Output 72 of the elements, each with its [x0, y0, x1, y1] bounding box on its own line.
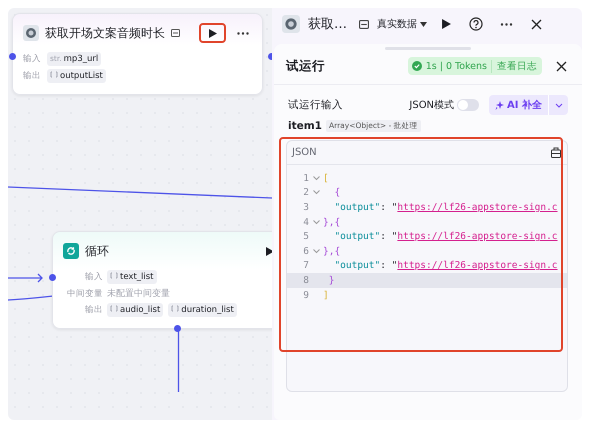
field-label: 输出 — [23, 70, 42, 82]
parameter-name: item1 — [288, 120, 322, 132]
code-line: 5 "output": "https://lf26-appstore-sign.c — [287, 229, 567, 244]
more-icon — [237, 32, 249, 34]
code-line: 4 },{ — [287, 214, 567, 230]
loop-icon — [63, 243, 79, 259]
editor-title: JSON — [292, 147, 317, 158]
node-title: 获取开场文案音频时长 — [45, 24, 165, 42]
close-icon — [556, 60, 566, 72]
fold-icon[interactable] — [312, 248, 320, 254]
variable-note: 未配置中间变量 — [107, 288, 171, 300]
plugin-icon — [23, 25, 39, 41]
play-icon — [208, 28, 216, 38]
line-number: 2 — [302, 187, 309, 198]
help-icon — [469, 17, 483, 31]
variable-tag: outputList — [47, 69, 106, 83]
line-number: 6 — [302, 246, 309, 257]
line-number: 8 — [302, 274, 309, 286]
code-line: 7 "output": "https://lf26-appstore-sign.c — [287, 258, 567, 274]
field-label: 中间变量 — [66, 288, 103, 300]
connector-line — [8, 295, 54, 301]
ai-options-button[interactable] — [548, 95, 568, 115]
play-icon — [442, 19, 450, 29]
connector-line — [177, 330, 180, 392]
line-number: 4 — [302, 216, 309, 228]
line-number: 7 — [302, 260, 309, 272]
run-button[interactable] — [199, 23, 226, 43]
field-label: 输入 — [84, 271, 103, 283]
code-line: 3 "output": "https://lf26-appstore-sign.c — [287, 200, 567, 215]
list-type-icon — [110, 305, 118, 312]
more-icon — [500, 22, 512, 26]
caret-icon — [420, 22, 427, 26]
json-mode-toggle[interactable] — [457, 99, 480, 111]
list-type-icon — [110, 272, 118, 279]
tag-icon — [359, 20, 369, 28]
line-number: 9 — [302, 290, 309, 301]
ai-complete-button[interactable]: AI 补全 — [489, 95, 548, 115]
card-title: 试运行 — [286, 58, 326, 74]
tag-icon — [171, 29, 180, 37]
code-line: 2 { — [287, 186, 567, 200]
toggle-label: JSON模式 — [409, 98, 454, 112]
run-stats: 1s | 0 Tokens — [426, 60, 487, 72]
node-title: 循环 — [85, 242, 109, 260]
line-number: 1 — [302, 172, 309, 184]
connector-arrow — [8, 273, 44, 283]
node-port[interactable] — [9, 53, 16, 60]
code-line: 1 [ — [287, 171, 567, 186]
plugin-icon — [282, 15, 300, 33]
variable-tag: text_list — [107, 270, 157, 284]
list-type-icon — [50, 71, 58, 78]
line-number: 3 — [302, 202, 309, 213]
line-number: 5 — [302, 231, 309, 242]
variable-tag: duration_list — [168, 303, 237, 317]
field-label: 输出 — [84, 304, 103, 316]
workflow-node[interactable]: 循环 输入 text_list 中间变量 未配置中间变量 输出 audio_list duration_list — [52, 231, 272, 329]
variable-tag: audio_list — [107, 303, 164, 317]
panel-title: 获取… — [308, 16, 347, 33]
success-icon — [412, 61, 422, 71]
sparkle-icon — [495, 100, 504, 110]
fold-icon[interactable] — [312, 220, 320, 225]
field-label: 输入 — [23, 53, 42, 65]
data-source-dropdown[interactable]: 真实数据 — [377, 17, 427, 31]
fold-icon[interactable] — [312, 190, 320, 196]
chevron-down-icon — [554, 102, 562, 108]
code-line: 6 },{ — [287, 244, 567, 259]
list-type-icon — [171, 305, 180, 312]
code-line: 9 ] — [287, 288, 567, 302]
fold-icon[interactable] — [312, 176, 320, 181]
section-label: 试运行输入 — [288, 98, 344, 112]
node-port[interactable] — [174, 325, 181, 332]
close-icon — [530, 18, 542, 30]
node-port[interactable] — [49, 274, 56, 281]
